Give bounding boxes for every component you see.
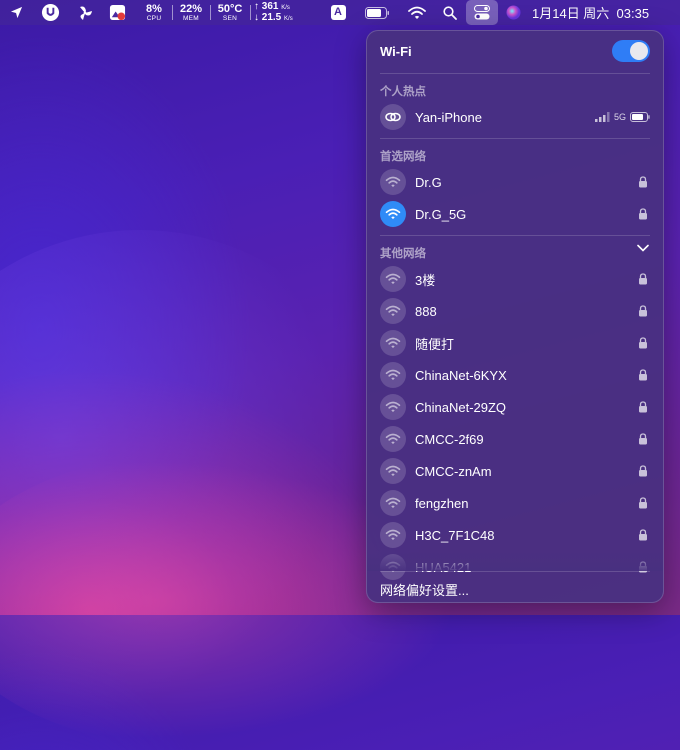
wifi-menu-panel: Wi-Fi 个人热点 Yan-iPhone 5G 首选网络 Dr.G Dr.G_5…: [366, 30, 664, 603]
cpu-label: CPU: [146, 14, 162, 22]
mem-value: 22%: [179, 2, 203, 15]
cpu-stat[interactable]: 8% CPU: [140, 0, 168, 25]
lock-icon: [639, 433, 647, 445]
lock-icon: [639, 465, 647, 477]
wifi-icon: [380, 490, 406, 516]
wifi-icon: [380, 522, 406, 548]
cpu-value: 8%: [146, 2, 162, 15]
download-speed: ↓ 21.5 K/s: [254, 11, 293, 23]
network-row[interactable]: fengzhen: [380, 489, 650, 517]
wifi-icon: [380, 362, 406, 388]
hotspot-link-icon: [380, 104, 406, 130]
shield-icon[interactable]: [38, 0, 62, 25]
network-row[interactable]: CMCC-znAm: [380, 457, 650, 485]
section-preferred: 首选网络: [380, 151, 426, 163]
fan-icon[interactable]: [74, 0, 96, 25]
network-row[interactable]: Dr.G_5G: [380, 200, 650, 228]
menu-bar: 8% CPU 22% MEM 50°C SEN ↑ 361 K/s ↓ 21.5…: [0, 0, 680, 25]
divider: [380, 235, 650, 236]
network-name: ChinaNet-29ZQ: [415, 399, 507, 415]
photo-badge-icon[interactable]: [106, 0, 128, 25]
lock-icon: [639, 401, 647, 413]
toggle-knob: [630, 42, 648, 60]
mem-stat[interactable]: 22% MEM: [176, 0, 206, 25]
control-center-icon[interactable]: [466, 0, 498, 25]
cellular-signal-icon: [594, 112, 610, 122]
divider: [380, 73, 650, 74]
hotspot-signal-type: 5G: [613, 112, 626, 122]
hotspot-row[interactable]: Yan-iPhone 5G: [380, 103, 650, 131]
sen-label: SEN: [222, 14, 238, 22]
wifi-icon: [380, 458, 406, 484]
network-name: H3C_7F1C48: [415, 527, 495, 543]
network-name: 888: [415, 303, 437, 319]
network-name: fengzhen: [415, 495, 469, 511]
wifi-title: Wi-Fi: [380, 44, 412, 59]
wifi-icon[interactable]: [406, 0, 428, 25]
network-row[interactable]: 随便打: [380, 329, 650, 357]
wifi-icon: [380, 266, 406, 292]
lock-icon: [639, 305, 647, 317]
location-arrow-icon[interactable]: [6, 0, 26, 25]
wifi-icon: [380, 394, 406, 420]
sen-stat[interactable]: 50°C SEN: [213, 0, 247, 25]
divider: [380, 138, 650, 139]
lock-icon: [639, 273, 647, 285]
hotspot-battery-icon: [630, 112, 650, 122]
network-row[interactable]: ChinaNet-29ZQ: [380, 393, 650, 421]
network-row[interactable]: 888: [380, 297, 650, 325]
wifi-icon: [380, 201, 406, 227]
lock-icon: [639, 176, 647, 188]
network-name: 3楼: [415, 272, 436, 288]
lock-icon: [639, 369, 647, 381]
network-row[interactable]: 3楼: [380, 265, 650, 293]
network-name: CMCC-2f69: [415, 431, 484, 447]
lock-icon: [639, 208, 647, 220]
input-source-icon[interactable]: A: [329, 0, 347, 25]
divider: [380, 571, 650, 572]
network-row[interactable]: H3C_7F1C48: [380, 521, 650, 549]
clock[interactable]: 1月14日 周六 03:35: [532, 0, 670, 25]
menubar-divider: [210, 5, 211, 20]
wifi-icon: [380, 426, 406, 452]
lock-icon: [639, 529, 647, 541]
network-row[interactable]: ChinaNet-6KYX: [380, 361, 650, 389]
sen-value: 50°C: [217, 2, 243, 15]
section-other: 其他网络: [380, 248, 426, 260]
lock-icon: [639, 337, 647, 349]
wifi-icon: [380, 169, 406, 195]
network-name: 随便打: [415, 336, 455, 352]
wifi-icon: [380, 298, 406, 324]
menubar-divider: [172, 5, 173, 20]
network-name: Dr.G: [415, 174, 442, 190]
siri-icon[interactable]: [503, 0, 523, 25]
network-name: Dr.G_5G: [415, 206, 467, 222]
network-preferences-link[interactable]: 网络偏好设置...: [380, 580, 469, 599]
menubar-divider: [250, 5, 251, 20]
wifi-toggle[interactable]: [612, 40, 650, 62]
search-icon[interactable]: [440, 0, 460, 25]
network-name: CMCC-znAm: [415, 463, 492, 479]
mem-label: MEM: [182, 14, 200, 22]
section-hotspot: 个人热点: [380, 86, 426, 98]
chevron-down-icon[interactable]: [637, 244, 649, 252]
network-name: ChinaNet-6KYX: [415, 367, 507, 383]
lock-icon: [639, 497, 647, 509]
network-speed[interactable]: ↑ 361 K/s ↓ 21.5 K/s: [254, 0, 304, 25]
hotspot-name: Yan-iPhone: [415, 109, 482, 125]
battery-icon[interactable]: [363, 0, 391, 25]
wifi-icon: [380, 330, 406, 356]
network-row[interactable]: Dr.G: [380, 168, 650, 196]
network-row[interactable]: CMCC-2f69: [380, 425, 650, 453]
